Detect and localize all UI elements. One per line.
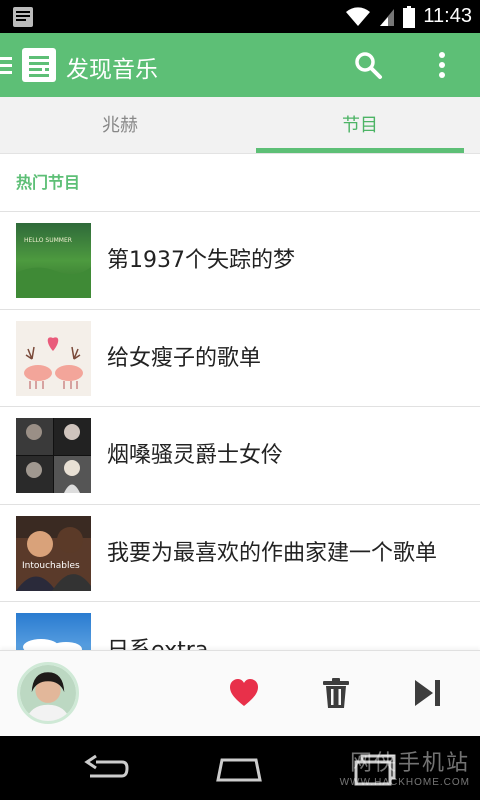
wifi-icon [346, 6, 371, 26]
tab-indicator [256, 148, 464, 153]
program-title: 烟嗓骚灵爵士女伶 [107, 443, 284, 468]
notification-icon [13, 7, 33, 27]
tab-fm-label: 兆赫 [102, 115, 138, 136]
watermark-title: 网侠手机站 [349, 750, 470, 775]
tab-fm[interactable]: 兆赫 [0, 97, 240, 153]
back-icon[interactable] [82, 750, 130, 786]
drawer-menu-icon[interactable] [0, 55, 14, 75]
tab-bar: 兆赫 节目 [0, 97, 480, 154]
app-bar: 发现音乐 [0, 33, 480, 97]
mini-player[interactable] [0, 650, 480, 736]
now-playing-avatar[interactable] [17, 662, 79, 724]
program-title: 日系extra [107, 602, 462, 650]
status-time: 11:43 [423, 5, 472, 27]
watermark: 网侠手机站 WWW.HACKHOME.COM [340, 745, 470, 788]
cover-text: HELLO SUMMER [24, 237, 72, 244]
cover-image [16, 613, 91, 650]
program-title: 我要为最喜欢的作曲家建一个歌单 [107, 540, 438, 566]
tab-programs-label: 节目 [342, 115, 378, 136]
status-bar: 11:43 [0, 0, 480, 33]
program-title: 给女瘦子的歌单 [107, 345, 262, 371]
list-item[interactable]: 烟嗓骚灵爵士女伶 [0, 407, 480, 505]
program-title: 第1937个失踪的梦 [107, 248, 295, 273]
skip-next-icon[interactable] [412, 677, 444, 709]
more-options-icon[interactable] [432, 49, 452, 81]
list-item[interactable]: 给女瘦子的歌单 [0, 310, 480, 407]
cover-image: HELLO SUMMER [16, 223, 91, 298]
signal-icon [380, 8, 395, 26]
trash-icon[interactable] [320, 677, 352, 709]
page-title: 发现音乐 [66, 57, 158, 83]
section-header: 热门节目 [0, 154, 480, 212]
list-item[interactable]: HELLO SUMMER 第1937个失踪的梦 [0, 212, 480, 310]
cover-image: Intouchables [16, 515, 91, 591]
cover-text: Intouchables [22, 561, 80, 571]
like-heart-icon[interactable] [228, 677, 260, 709]
list-item[interactable]: Intouchables 我要为最喜欢的作曲家建一个歌单 [0, 505, 480, 602]
cover-image [16, 320, 91, 396]
program-list[interactable]: 热门节目 HELLO SUMMER 第1937个失踪的梦 给女瘦子的歌单 烟嗓骚… [0, 154, 480, 650]
cover-image [16, 418, 91, 493]
search-icon[interactable] [352, 49, 384, 81]
home-icon[interactable] [214, 750, 264, 786]
list-item[interactable]: 日系extra [0, 602, 480, 650]
app-logo-icon[interactable] [22, 48, 56, 82]
tab-programs[interactable]: 节目 [240, 97, 480, 153]
watermark-url: WWW.HACKHOME.COM [339, 777, 470, 788]
battery-icon [403, 5, 416, 28]
